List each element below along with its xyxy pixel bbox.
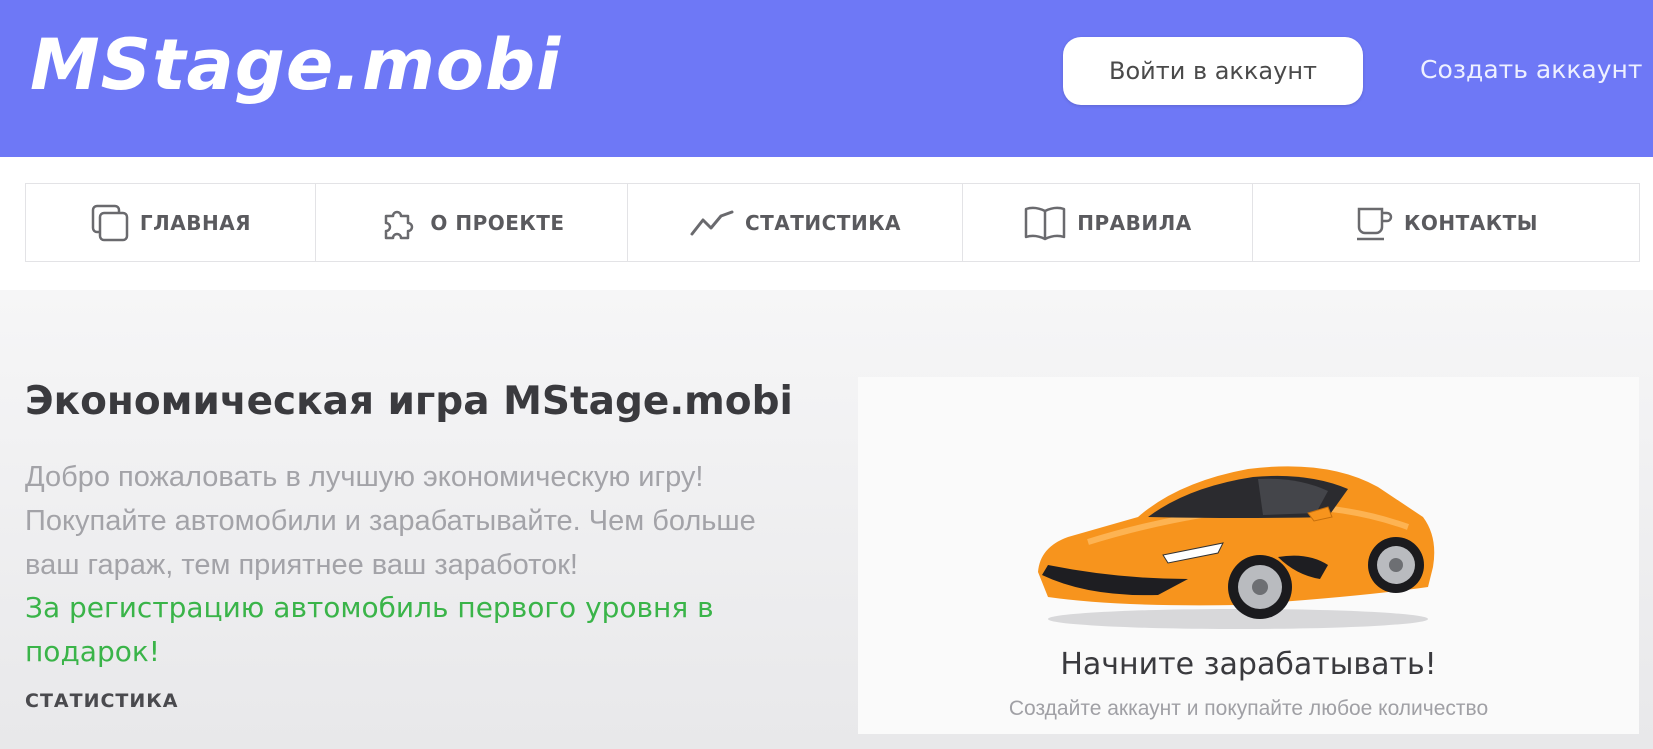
nav-item-stats[interactable]: СТАТИСТИКА bbox=[628, 184, 963, 261]
nav-item-rules[interactable]: ПРАВИЛА bbox=[963, 184, 1253, 261]
site-logo[interactable]: MStage.mobi bbox=[30, 20, 561, 110]
signup-link[interactable]: Создать аккаунт bbox=[1420, 50, 1642, 90]
nav-item-contacts[interactable]: КОНТАКТЫ bbox=[1253, 184, 1639, 261]
nav-item-about[interactable]: О ПРОЕКТЕ bbox=[316, 184, 628, 261]
promo-subtitle: Создайте аккаунт и покупайте любое колич… bbox=[1008, 697, 1489, 720]
page-title: Экономическая игра MStage.mobi bbox=[25, 379, 793, 424]
main-nav: ГЛАВНАЯ О ПРОЕКТЕ СТАТИСТИКА ПРАВИЛА КОН… bbox=[25, 183, 1640, 262]
login-button[interactable]: Войти в аккаунт bbox=[1063, 37, 1363, 105]
nav-item-label: СТАТИСТИКА bbox=[744, 210, 902, 235]
puzzle-icon bbox=[385, 210, 414, 239]
nav-item-label: КОНТАКТЫ bbox=[1404, 210, 1538, 235]
nav-item-label: О ПРОЕКТЕ bbox=[430, 210, 565, 235]
promo-card: Начните зарабатывать! Создайте аккаунт и… bbox=[858, 377, 1639, 734]
hero-description: Добро пожаловать в лучшую экономическую … bbox=[25, 461, 756, 581]
coffee-cup-icon bbox=[1357, 207, 1393, 240]
nav-item-label: ГЛАВНАЯ bbox=[139, 210, 252, 235]
sports-car-image bbox=[1038, 466, 1435, 629]
copy-icon bbox=[91, 204, 129, 241]
site-header: MStage.mobi Войти в аккаунт Создать акка… bbox=[0, 0, 1653, 157]
registration-gift-text: За регистрацию автомобиль первого уровня… bbox=[25, 591, 714, 668]
promo-title: Начните зарабатывать! bbox=[1060, 647, 1437, 682]
statistics-link[interactable]: СТАТИСТИКА bbox=[25, 690, 179, 712]
book-icon bbox=[1025, 206, 1066, 240]
line-chart-icon bbox=[690, 210, 734, 235]
nav-item-label: ПРАВИЛА bbox=[1077, 210, 1192, 235]
nav-item-home[interactable]: ГЛАВНАЯ bbox=[26, 184, 316, 261]
